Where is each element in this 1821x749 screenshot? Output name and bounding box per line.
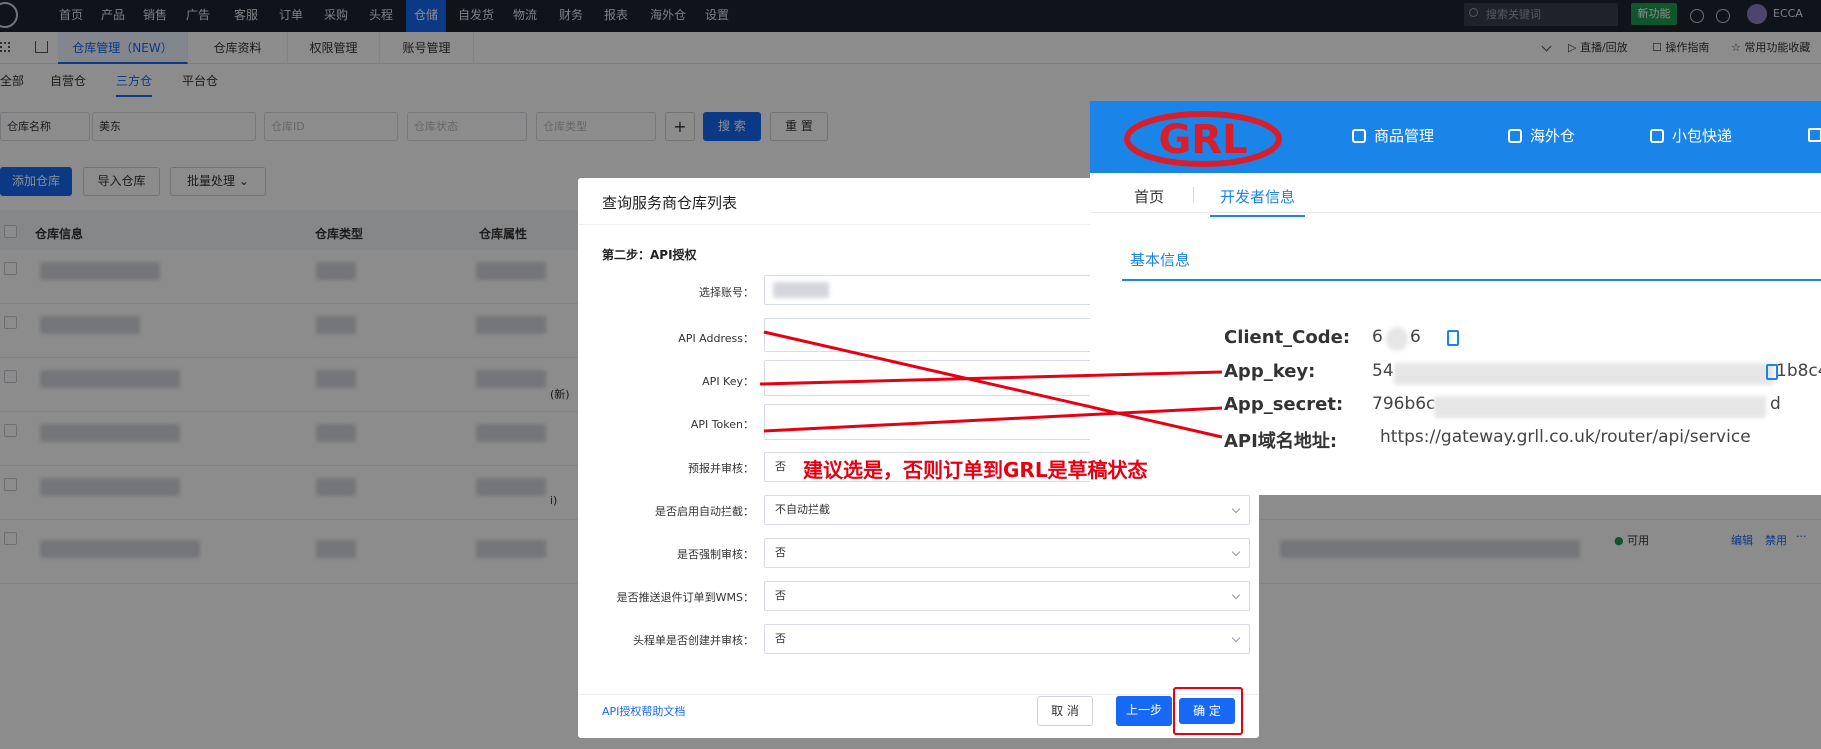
annotation-lines (759, 330, 1223, 439)
line-address-to-domain (763, 330, 1223, 439)
line-key-to-appkey (759, 370, 1223, 386)
annotation-text: 建议选是，否则订单到GRL是草稿状态 (803, 458, 1148, 482)
line-token-to-secret (763, 406, 1223, 433)
